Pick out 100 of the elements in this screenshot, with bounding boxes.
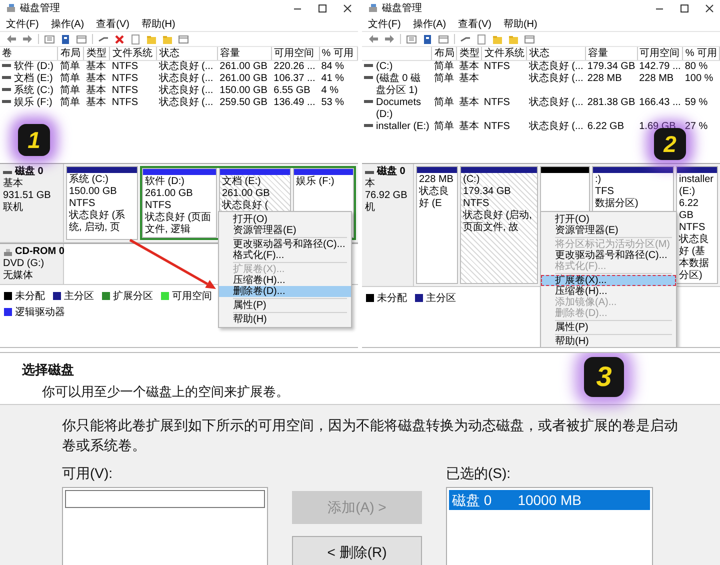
legend-label: 主分区 xyxy=(426,292,456,305)
table-cell-text: NTFS xyxy=(110,73,139,85)
table-cell: 基本 xyxy=(456,97,482,121)
list-label: 可用(V): xyxy=(62,465,114,483)
table-cell: 状态良好 (... xyxy=(156,60,218,73)
partition-detail: 状态良好 (基本数据分区) xyxy=(679,234,710,282)
dialog-heading: 选择磁盘 xyxy=(22,361,74,379)
disk-info-text: 931.51 GB xyxy=(3,190,52,202)
partition-detail: 状态良好 (E xyxy=(419,186,450,210)
disk-info-text: 无媒体 xyxy=(3,270,34,282)
table-cell-text: 简单 xyxy=(58,97,81,109)
disk-info-text: 磁盘 0 xyxy=(15,166,44,178)
partition-name: :) xyxy=(595,174,602,186)
partition-detail: 状态良好 (启动, 页面文件, 故 xyxy=(463,210,533,234)
table-cell: 84 % xyxy=(319,60,358,73)
table-cell-text: 简单 xyxy=(58,85,81,96)
partition-name: 软件 (D:) xyxy=(145,176,186,188)
volume-name: 娱乐 (F:) xyxy=(14,97,52,109)
partition-name: (C:) xyxy=(463,174,481,186)
partition-detail: 228 MB xyxy=(419,174,454,186)
table-cell: 261.00 GB xyxy=(218,60,272,73)
partition-detail: 150.00 GB NTFS xyxy=(69,186,118,210)
step-badge: 3 xyxy=(584,357,624,397)
table-cell: 简单 xyxy=(58,60,84,73)
table-cell-text: 259.50 GB xyxy=(218,97,268,109)
disk-info-text: 基本 xyxy=(3,178,24,190)
partition-detail: 179.34 GB NTFS xyxy=(463,186,512,210)
disk-info-text: 本 xyxy=(365,178,376,190)
table-cell-text: 228 MB xyxy=(638,73,675,86)
table-cell-text: 基本 xyxy=(84,85,107,96)
table-cell-text: NTFS xyxy=(110,97,139,109)
table-cell-text: 基本 xyxy=(84,97,107,109)
table-cell: NTFS xyxy=(482,60,527,73)
disk-info-text: CD-ROM 0 xyxy=(15,246,64,258)
partition-detail: 6.22 GB NTFS xyxy=(679,198,706,234)
table-cell-text: 状态良好 (... xyxy=(158,85,214,96)
table-cell-text: 基本 xyxy=(84,73,107,84)
volume-name: installer (E:) xyxy=(376,121,430,133)
table-cell-text: NTFS xyxy=(482,121,511,133)
table-cell-text: 150.00 GB xyxy=(218,85,268,97)
table-cell-text: 基本 xyxy=(458,121,480,133)
legend-label: 扩展分区 xyxy=(113,290,153,303)
partition-name: 系统 (C:) xyxy=(69,174,110,186)
table-cell-text: 6.22 GB xyxy=(586,121,626,133)
partition-detail: 状态良好 (页面文件, 逻辑 xyxy=(145,212,212,236)
table-cell: 简单 xyxy=(432,97,457,121)
volume-name: 软件 (D:) xyxy=(14,61,54,72)
table-cell-text: 41 % xyxy=(320,73,346,85)
table-cell-text: 27 % xyxy=(684,121,709,133)
legend-label: 未分配 xyxy=(377,292,407,305)
table-cell: 状态良好 (... xyxy=(526,73,586,97)
table-cell-text: NTFS xyxy=(482,97,511,110)
partition-detail: 261.00 GB xyxy=(222,188,271,200)
table-cell-text: 简单 xyxy=(58,73,81,84)
disk-info-text: DVD (G:) xyxy=(3,258,46,270)
table-cell-text: 53 % xyxy=(320,97,346,109)
table-cell-text: 166.43 ... xyxy=(638,97,682,110)
table-cell: 状态良好 (... xyxy=(526,97,586,121)
table-cell-text: 状态良好 (... xyxy=(528,121,584,133)
list-label: 已选的(S): xyxy=(446,465,512,483)
table-cell-text: 261.00 GB xyxy=(218,73,268,85)
table-cell-text: 状态良好 (... xyxy=(158,73,214,84)
table-cell-text: 4 % xyxy=(320,85,340,97)
partition-name: installer (E:) xyxy=(679,174,714,198)
volume-name: (C:) xyxy=(376,61,393,73)
table-cell: 基本 xyxy=(456,73,482,97)
partition-detail: TFS xyxy=(595,186,615,198)
table-cell-text: 228 MB xyxy=(586,73,623,86)
volume-name: 系统 (C:) xyxy=(14,85,54,96)
legend-label: 逻辑驱动器 xyxy=(15,306,65,319)
table-cell-text: 59 % xyxy=(684,97,709,110)
dialog-subheading: 你可以用至少一个磁盘上的空间来扩展卷。 xyxy=(41,383,289,401)
window-title: 磁盘管理 xyxy=(20,2,60,15)
partition-name: 娱乐 (F:) xyxy=(296,176,336,188)
table-cell-text: NTFS xyxy=(110,85,139,97)
table-cell: 简单 xyxy=(432,73,457,97)
table-cell-text: 179.34 GB xyxy=(586,60,636,73)
legend-label: 主分区 xyxy=(64,290,94,303)
table-cell-text: 6.55 GB xyxy=(272,85,312,97)
table-cell-text: 简单 xyxy=(432,121,455,133)
instruction-text: 你只能将此卷扩展到如下所示的可用空间，因为不能将磁盘转换为动态磁盘，或者被扩展的卷是启动卷或系统卷。 xyxy=(62,416,679,455)
table-cell-text: 106.37 ... xyxy=(272,73,316,85)
legend-label: 未分配 xyxy=(15,290,45,303)
table-cell: 142.79 ... xyxy=(637,60,683,73)
partition-detail: 261.00 GB NTFS xyxy=(145,188,194,212)
volume-name: 文档 (E:) xyxy=(14,73,53,84)
table-cell-text: 100 % xyxy=(684,73,714,86)
legend-label: 可用空间 xyxy=(172,290,212,303)
disk-info-text: 磁盘 0 xyxy=(377,166,406,178)
partition-name: 文档 (E:) xyxy=(222,176,262,188)
table-cell: 基本 xyxy=(456,60,482,73)
table-cell: NTFS xyxy=(110,60,157,73)
window-title: 磁盘管理 xyxy=(382,2,422,15)
step-badge: 2 xyxy=(654,128,686,160)
table-cell-text: 136.49 ... xyxy=(272,97,316,109)
table-cell-text: 状态良好 (... xyxy=(158,97,214,109)
table-cell: 简单 xyxy=(432,60,457,73)
disk-info-text: 机 xyxy=(365,202,376,214)
table-cell: 基本 xyxy=(84,60,110,73)
partition-detail: 状态良好 ( xyxy=(222,200,270,212)
